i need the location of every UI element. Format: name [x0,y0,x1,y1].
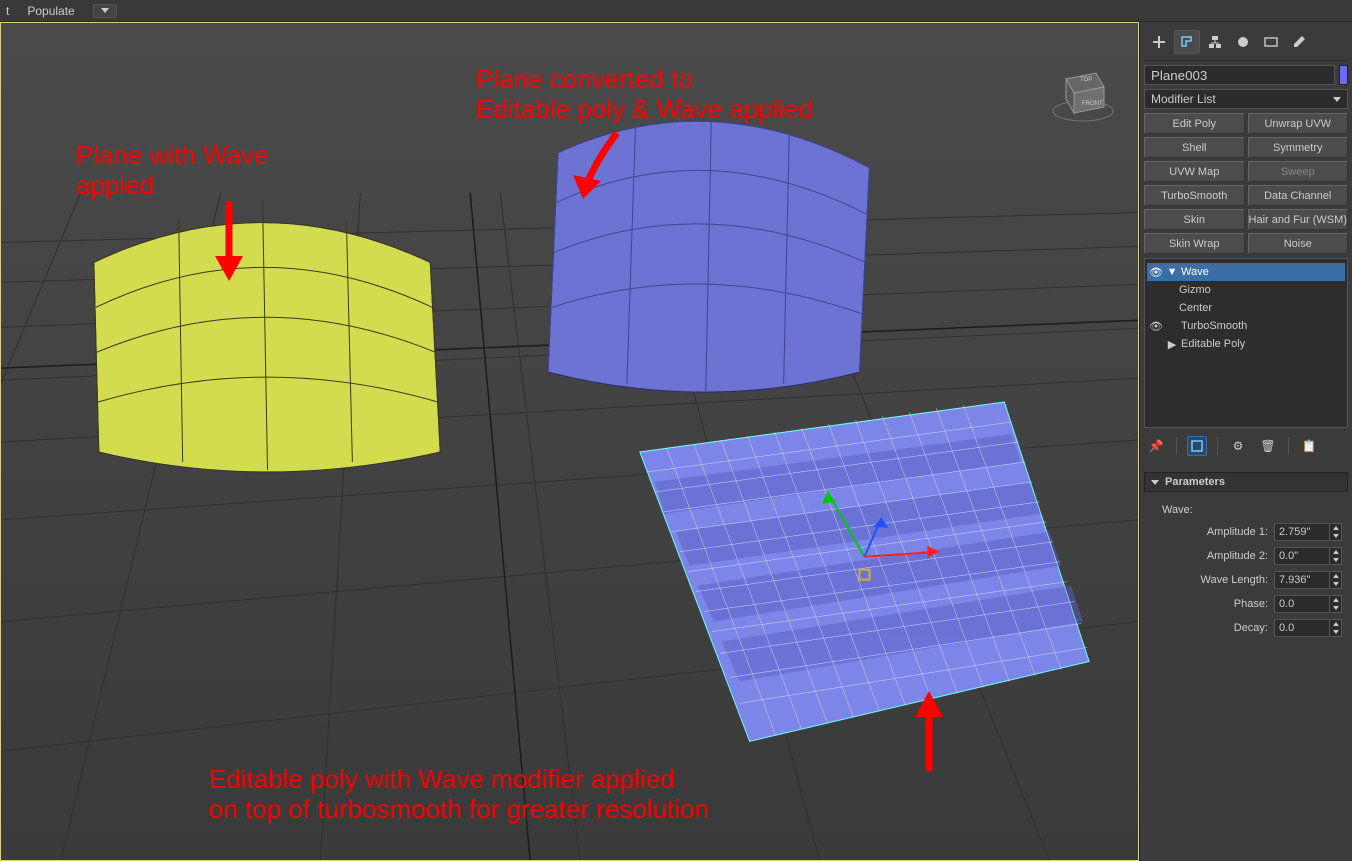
btn-shell[interactable]: Shell [1144,137,1245,158]
spinner-phase[interactable] [1274,595,1342,613]
param-phase: Phase: [1160,592,1342,616]
object-color-swatch[interactable] [1339,65,1348,85]
param-amplitude1: Amplitude 1: [1160,520,1342,544]
input-amplitude1[interactable] [1275,524,1329,540]
spinner-wavelength[interactable] [1274,571,1342,589]
configure-sets-icon[interactable]: 📋 [1299,436,1319,456]
show-end-result-icon[interactable] [1187,436,1207,456]
toolbar-dropdown[interactable] [93,4,117,18]
stack-item-wave[interactable]: 👁 ▼ Wave [1147,263,1345,281]
input-phase[interactable] [1275,596,1329,612]
stack-item-editable-poly[interactable]: ▶ Editable Poly [1147,335,1345,353]
btn-skin[interactable]: Skin [1144,209,1245,230]
spinner-amplitude2[interactable] [1274,547,1342,565]
stack-item-center[interactable]: Center [1147,299,1345,317]
tab-create[interactable] [1146,30,1172,54]
input-amplitude2[interactable] [1275,548,1329,564]
btn-unwrap-uvw[interactable]: Unwrap UVW [1248,113,1349,134]
rollout-header[interactable]: Parameters [1144,472,1348,492]
modifier-buttons: Edit Poly Unwrap UVW Shell Symmetry UVW … [1144,113,1348,254]
spinner-amplitude1[interactable] [1274,523,1342,541]
stack-toolbar: 📌 ⚙ 🗑 📋 [1144,432,1348,460]
pin-stack-icon[interactable]: 📌 [1146,436,1166,456]
btn-uvw-map[interactable]: UVW Map [1144,161,1245,182]
modifier-list-dropdown[interactable]: Modifier List [1144,89,1348,109]
object-name-input[interactable] [1144,65,1335,85]
btn-skin-wrap[interactable]: Skin Wrap [1144,233,1245,254]
visibility-icon[interactable]: 👁 [1149,266,1163,279]
menu-item-populate[interactable]: Populate [27,4,74,18]
expand-icon[interactable]: ▼ [1167,266,1177,278]
annotation-2: Plane converted to Editable poly & Wave … [476,65,813,125]
btn-hair-fur[interactable]: Hair and Fur (WSM) [1248,209,1349,230]
modifier-stack[interactable]: 👁 ▼ Wave Gizmo Center 👁 TurboSmooth ▶ Ed… [1144,258,1348,428]
tab-modify[interactable] [1174,30,1200,54]
top-toolbar: t Populate [0,0,1352,22]
input-wavelength[interactable] [1275,572,1329,588]
viewport[interactable]: TOP FRONT Plane with Wave appied Plane c… [0,22,1139,861]
btn-noise[interactable]: Noise [1248,233,1349,254]
make-unique-icon[interactable]: ⚙ [1228,436,1248,456]
menu-item-left[interactable]: t [6,4,9,18]
command-panel-tabs [1144,26,1348,61]
rollout-parameters: Parameters Wave: Amplitude 1: Amplitude … [1144,472,1348,644]
object-name-row [1144,65,1348,85]
annotation-1: Plane with Wave appied [76,141,269,201]
btn-data-channel[interactable]: Data Channel [1248,185,1349,206]
stack-item-turbosmooth[interactable]: 👁 TurboSmooth [1147,317,1345,335]
btn-symmetry[interactable]: Symmetry [1248,137,1349,158]
rollout-subhead: Wave: [1160,500,1342,520]
btn-turbosmooth[interactable]: TurboSmooth [1144,185,1245,206]
spinner-decay[interactable] [1274,619,1342,637]
annotation-3: Editable poly with Wave modifier applied… [209,765,709,825]
expand-icon[interactable]: ▶ [1167,338,1177,351]
tab-display[interactable] [1258,30,1284,54]
tab-hierarchy[interactable] [1202,30,1228,54]
param-decay: Decay: [1160,616,1342,640]
btn-sweep[interactable]: Sweep [1248,161,1349,182]
tab-utilities[interactable] [1286,30,1312,54]
param-wavelength: Wave Length: [1160,568,1342,592]
param-amplitude2: Amplitude 2: [1160,544,1342,568]
btn-edit-poly[interactable]: Edit Poly [1144,113,1245,134]
input-decay[interactable] [1275,620,1329,636]
remove-modifier-icon[interactable]: 🗑 [1258,436,1278,456]
stack-item-gizmo[interactable]: Gizmo [1147,281,1345,299]
tab-motion[interactable] [1230,30,1256,54]
visibility-icon[interactable]: 👁 [1149,320,1163,333]
command-panel: Modifier List Edit Poly Unwrap UVW Shell… [1139,22,1352,861]
